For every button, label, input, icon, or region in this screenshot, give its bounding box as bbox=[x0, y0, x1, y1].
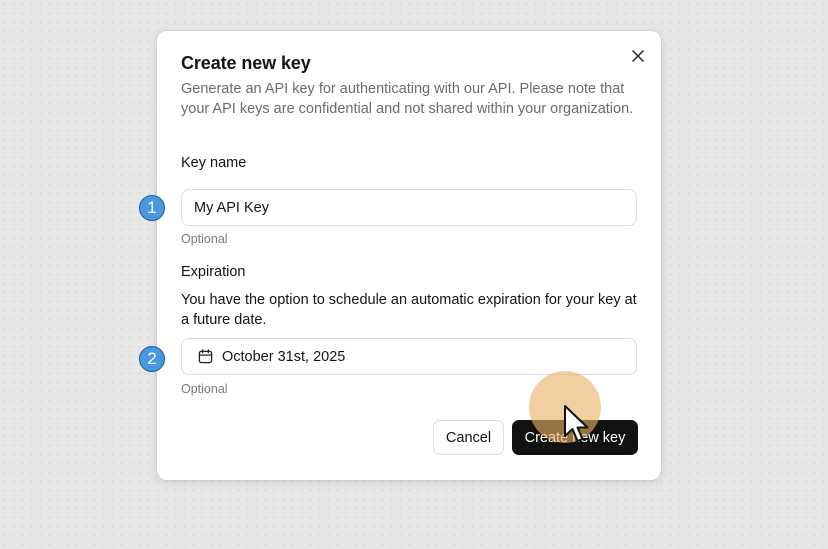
key-name-helper: Optional bbox=[181, 232, 228, 246]
create-key-dialog: Create new key Generate an API key for a… bbox=[157, 31, 661, 480]
close-button[interactable] bbox=[629, 47, 647, 65]
close-icon bbox=[632, 50, 644, 62]
expiration-description: You have the option to schedule an autom… bbox=[181, 292, 637, 328]
expiration-helper: Optional bbox=[181, 382, 228, 396]
expiration-date-value: October 31st, 2025 bbox=[222, 348, 346, 365]
cancel-button[interactable]: Cancel bbox=[433, 420, 504, 455]
dialog-description: Generate an API key for authenticating w… bbox=[181, 81, 634, 117]
step-marker-2: 2 bbox=[139, 346, 165, 372]
calendar-icon bbox=[198, 349, 214, 365]
key-name-input[interactable] bbox=[182, 199, 636, 216]
create-key-button[interactable]: Create new key bbox=[512, 420, 638, 455]
key-name-label: Key name bbox=[181, 155, 247, 171]
dialog-title: Create new key bbox=[181, 53, 311, 73]
key-name-field bbox=[181, 189, 637, 226]
expiration-date-picker[interactable]: October 31st, 2025 bbox=[181, 338, 637, 375]
expiration-label: Expiration bbox=[181, 264, 246, 280]
step-marker-1: 1 bbox=[139, 195, 165, 221]
